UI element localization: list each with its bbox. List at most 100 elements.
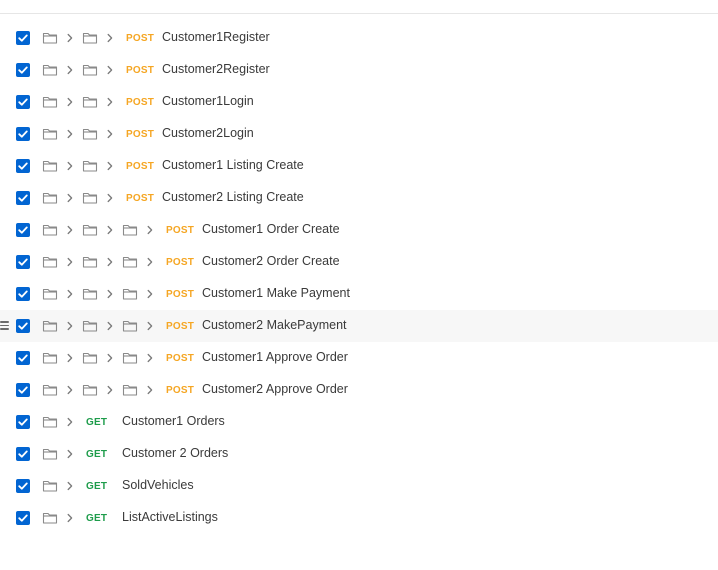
http-method-badge: POST xyxy=(126,129,155,140)
chevron-right-icon[interactable] xyxy=(62,382,78,398)
chevron-right-icon[interactable] xyxy=(102,190,118,206)
request-checkbox[interactable] xyxy=(16,159,30,173)
chevron-right-icon[interactable] xyxy=(102,62,118,78)
request-checkbox[interactable] xyxy=(16,31,30,45)
chevron-right-icon[interactable] xyxy=(62,254,78,270)
chevron-right-icon[interactable] xyxy=(62,510,78,526)
chevron-right-icon[interactable] xyxy=(62,286,78,302)
request-name[interactable]: Customer1Register xyxy=(162,30,270,44)
request-row[interactable]: GET Customer1 Orders xyxy=(0,406,718,438)
folder-icon xyxy=(42,478,58,494)
chevron-right-icon[interactable] xyxy=(142,382,158,398)
chevron-right-icon[interactable] xyxy=(102,158,118,174)
http-method-badge: POST xyxy=(166,321,195,332)
drag-handle-icon[interactable] xyxy=(0,321,9,330)
http-method-badge: POST xyxy=(166,353,195,364)
chevron-right-icon[interactable] xyxy=(102,286,118,302)
chevron-right-icon[interactable] xyxy=(142,350,158,366)
chevron-right-icon[interactable] xyxy=(102,350,118,366)
request-checkbox[interactable] xyxy=(16,351,30,365)
chevron-right-icon[interactable] xyxy=(62,158,78,174)
chevron-right-icon[interactable] xyxy=(102,382,118,398)
chevron-right-icon[interactable] xyxy=(142,254,158,270)
folder-icon xyxy=(82,350,98,366)
chevron-right-icon[interactable] xyxy=(62,318,78,334)
http-method-badge: POST xyxy=(166,225,195,236)
request-name[interactable]: Customer2Register xyxy=(162,62,270,76)
request-checkbox[interactable] xyxy=(16,223,30,237)
folder-icon xyxy=(42,286,58,302)
request-name[interactable]: Customer1Login xyxy=(162,94,254,108)
request-row[interactable]: POST Customer1 Listing Create xyxy=(0,150,718,182)
request-name[interactable]: Customer1 Order Create xyxy=(202,222,340,236)
request-checkbox[interactable] xyxy=(16,191,30,205)
request-name[interactable]: Customer1 Approve Order xyxy=(202,350,348,364)
request-checkbox[interactable] xyxy=(16,415,30,429)
request-name[interactable]: Customer2 Listing Create xyxy=(162,190,304,204)
chevron-right-icon[interactable] xyxy=(62,126,78,142)
request-row[interactable]: POST Customer2 Approve Order xyxy=(0,374,718,406)
folder-icon xyxy=(82,382,98,398)
chevron-right-icon[interactable] xyxy=(62,414,78,430)
request-row[interactable]: GET ListActiveListings xyxy=(0,502,718,534)
request-row[interactable]: POST Customer2 MakePayment xyxy=(0,310,718,342)
chevron-right-icon[interactable] xyxy=(142,286,158,302)
request-name[interactable]: Customer2 Approve Order xyxy=(202,382,348,396)
request-name[interactable]: Customer 2 Orders xyxy=(122,446,228,460)
chevron-right-icon[interactable] xyxy=(102,254,118,270)
request-name[interactable]: Customer1 Make Payment xyxy=(202,286,350,300)
request-row[interactable]: GET SoldVehicles xyxy=(0,470,718,502)
chevron-right-icon[interactable] xyxy=(142,318,158,334)
request-row[interactable]: POST Customer1 Approve Order xyxy=(0,342,718,374)
request-row[interactable]: POST Customer1Login xyxy=(0,86,718,118)
request-checkbox[interactable] xyxy=(16,63,30,77)
chevron-right-icon[interactable] xyxy=(62,62,78,78)
request-name[interactable]: SoldVehicles xyxy=(122,478,194,492)
chevron-right-icon[interactable] xyxy=(102,126,118,142)
request-checkbox[interactable] xyxy=(16,479,30,493)
chevron-right-icon[interactable] xyxy=(102,318,118,334)
request-checkbox[interactable] xyxy=(16,319,30,333)
request-checkbox[interactable] xyxy=(16,287,30,301)
request-row[interactable]: POST Customer2Login xyxy=(0,118,718,150)
chevron-right-icon[interactable] xyxy=(102,30,118,46)
chevron-right-icon[interactable] xyxy=(102,222,118,238)
request-name[interactable]: Customer2 Order Create xyxy=(202,254,340,268)
folder-icon xyxy=(42,382,58,398)
request-row[interactable]: POST Customer1 Order Create xyxy=(0,214,718,246)
chevron-right-icon[interactable] xyxy=(142,222,158,238)
chevron-right-icon[interactable] xyxy=(62,478,78,494)
folder-icon xyxy=(82,62,98,78)
request-checkbox[interactable] xyxy=(16,383,30,397)
chevron-right-icon[interactable] xyxy=(62,190,78,206)
request-row[interactable]: POST Customer2 Listing Create xyxy=(0,182,718,214)
chevron-right-icon[interactable] xyxy=(102,94,118,110)
folder-icon xyxy=(42,222,58,238)
request-name[interactable]: Customer2 MakePayment xyxy=(202,318,347,332)
request-checkbox[interactable] xyxy=(16,255,30,269)
request-row[interactable]: POST Customer2 Order Create xyxy=(0,246,718,278)
chevron-right-icon[interactable] xyxy=(62,94,78,110)
chevron-right-icon[interactable] xyxy=(62,222,78,238)
request-name[interactable]: Customer2Login xyxy=(162,126,254,140)
chevron-right-icon[interactable] xyxy=(62,446,78,462)
http-method-badge: POST xyxy=(166,257,195,268)
request-row[interactable]: POST Customer1Register xyxy=(0,22,718,54)
request-row[interactable]: POST Customer1 Make Payment xyxy=(0,278,718,310)
request-name[interactable]: Customer1 Listing Create xyxy=(162,158,304,172)
request-row[interactable]: GET Customer 2 Orders xyxy=(0,438,718,470)
folder-icon xyxy=(42,30,58,46)
request-checkbox[interactable] xyxy=(16,447,30,461)
request-checkbox[interactable] xyxy=(16,127,30,141)
http-method-badge: GET xyxy=(86,449,108,460)
folder-icon xyxy=(122,382,138,398)
request-checkbox[interactable] xyxy=(16,511,30,525)
request-row[interactable]: POST Customer2Register xyxy=(0,54,718,86)
chevron-right-icon[interactable] xyxy=(62,350,78,366)
request-name[interactable]: ListActiveListings xyxy=(122,510,218,524)
chevron-right-icon[interactable] xyxy=(62,30,78,46)
http-method-badge: POST xyxy=(126,193,155,204)
request-name[interactable]: Customer1 Orders xyxy=(122,414,225,428)
http-method-badge: POST xyxy=(166,289,195,300)
request-checkbox[interactable] xyxy=(16,95,30,109)
